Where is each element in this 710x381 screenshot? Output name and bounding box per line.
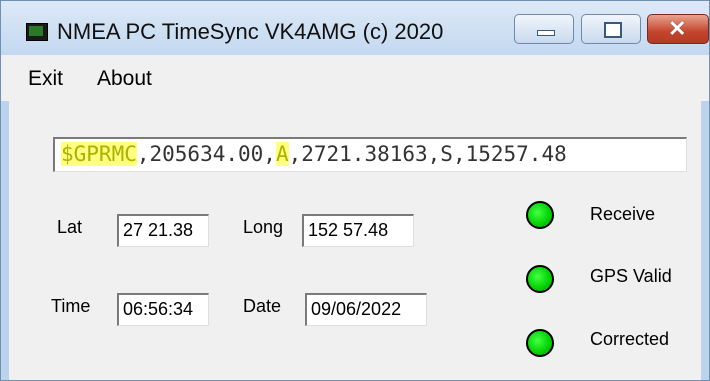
maximize-icon xyxy=(604,22,622,38)
title-bar[interactable]: NMEA PC TimeSync VK4AMG (c) 2020 ✕ xyxy=(1,1,709,55)
receive-indicator-icon xyxy=(526,201,554,229)
nmea-sentence-time: ,205634.00, xyxy=(136,142,276,166)
gps-valid-indicator-icon xyxy=(526,265,554,293)
time-label: Time xyxy=(51,296,91,316)
nmea-sentence-id: $GPRMC xyxy=(61,142,137,166)
nmea-status-flag: A xyxy=(275,142,289,166)
close-icon: ✕ xyxy=(668,16,687,41)
corrected-label: Corrected xyxy=(590,329,670,349)
menu-about[interactable]: About xyxy=(97,67,152,91)
long-field[interactable]: 152 57.48 xyxy=(302,214,414,247)
time-field[interactable]: 06:56:34 xyxy=(117,293,209,326)
long-label: Long xyxy=(243,217,284,237)
corrected-indicator-icon xyxy=(526,329,554,357)
gps-valid-label: GPS Valid xyxy=(590,266,672,286)
minimize-button[interactable] xyxy=(514,14,574,44)
lat-field[interactable]: 27 21.38 xyxy=(117,214,209,247)
main-panel: $GPRMC,205634.00,A,2721.38163,S,15257.48… xyxy=(9,101,701,380)
close-button[interactable]: ✕ xyxy=(647,14,709,44)
maximize-button[interactable] xyxy=(581,14,641,44)
receive-label: Receive xyxy=(590,204,656,224)
menu-bar: Exit About xyxy=(1,55,709,101)
nmea-sentence-rest: ,2721.38163,S,15257.48 xyxy=(288,142,567,166)
nmea-sentence-field[interactable]: $GPRMC,205634.00,A,2721.38163,S,15257.48 xyxy=(53,137,687,172)
window-title: NMEA PC TimeSync VK4AMG (c) 2020 xyxy=(57,19,444,44)
minimize-icon xyxy=(537,30,555,36)
date-label: Date xyxy=(243,296,282,316)
lat-label: Lat xyxy=(57,217,83,237)
app-window: NMEA PC TimeSync VK4AMG (c) 2020 ✕ Exit … xyxy=(0,0,710,381)
date-field[interactable]: 09/06/2022 xyxy=(305,293,427,326)
app-monitor-icon xyxy=(26,23,48,41)
menu-exit[interactable]: Exit xyxy=(28,67,63,91)
